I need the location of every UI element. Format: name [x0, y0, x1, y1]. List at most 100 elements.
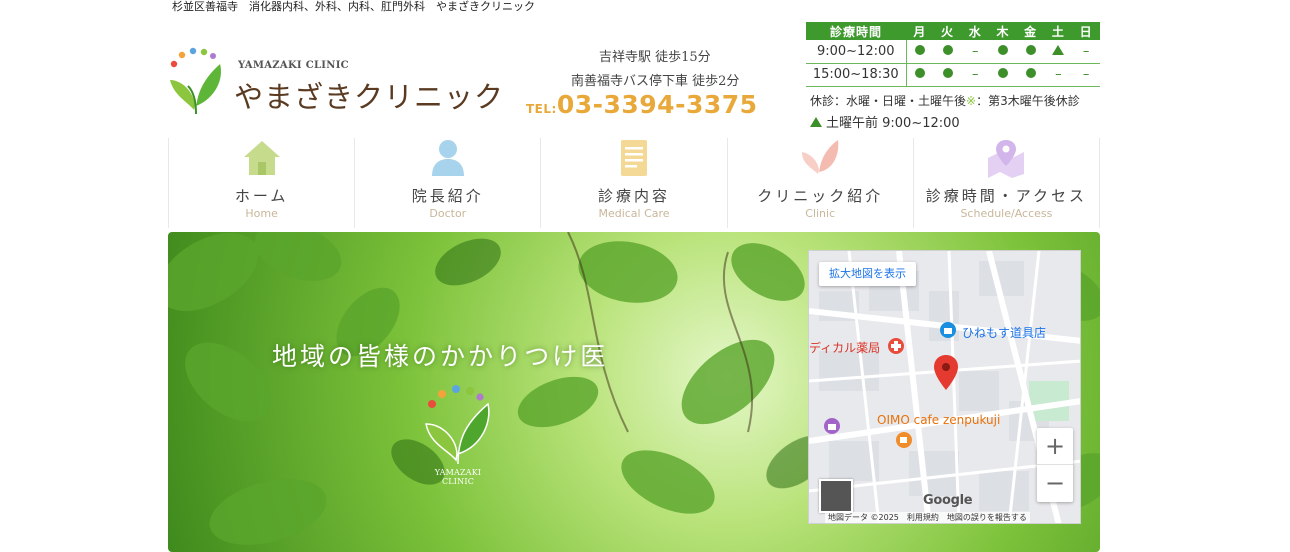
- saturday-hours: 土曜午前 9:00~12:00: [826, 116, 960, 131]
- open-dot-icon: [997, 44, 1008, 55]
- nav-label-home: ホーム: [234, 187, 289, 205]
- nav-item-doctor[interactable]: 院長紹介 Doctor: [354, 138, 540, 228]
- home-icon: [243, 141, 280, 175]
- schedule-cell: [906, 40, 934, 64]
- cafe-pin-icon[interactable]: [895, 431, 913, 449]
- open-dot-icon: [915, 44, 926, 55]
- closed-dash: –: [972, 43, 979, 59]
- access-info: 吉祥寺駅 徒歩15分 南善福寺バス停下車 徒歩2分 TEL:03-3394-33…: [526, 46, 770, 122]
- schedule-time: 9:00~12:00: [806, 40, 907, 64]
- open-dot-icon: [942, 68, 953, 78]
- schedule-cell: [933, 63, 962, 87]
- open-dot-icon: [915, 68, 926, 78]
- schedule-cell: [989, 63, 1017, 87]
- triangle-icon: [810, 117, 822, 127]
- document-icon: [621, 140, 647, 176]
- schedule-header-sat: 土: [1044, 22, 1073, 40]
- station-walk: 吉祥寺駅 徒歩15分: [599, 50, 711, 65]
- logo-english: YAMAZAKI CLINIC: [238, 60, 349, 71]
- schedule-header-tue: 火: [933, 22, 962, 40]
- schedule-header-thu: 木: [989, 22, 1017, 40]
- schedule-table: 診療時間 月 火 水 木 金 土 日 9:00~12:00– –15:00~18:…: [806, 22, 1100, 87]
- leaf-icon: [802, 140, 839, 176]
- schedule-cell: –: [1072, 40, 1100, 64]
- map-pin-icon: [988, 140, 1025, 178]
- zoom-in-button[interactable]: +: [1037, 428, 1073, 465]
- nav-sublabel-doctor: Doctor: [429, 207, 467, 220]
- nav-sublabel-clinic: Clinic: [805, 207, 836, 220]
- hero-leaf-logo-icon: [425, 385, 490, 465]
- shopping-pin-icon[interactable]: [823, 417, 841, 435]
- map-footer[interactable]: 地図データ ©2025 利用規約 地図の誤りを報告する: [825, 512, 1030, 523]
- hero-logo-text: YAMAZAKI CLINIC: [434, 468, 482, 486]
- clinic-logo[interactable]: YAMAZAKI CLINIC やまざきクリニック: [166, 46, 503, 118]
- consultation-schedule: 診療時間 月 火 水 木 金 土 日 9:00~12:00– –15:00~18:…: [806, 22, 1100, 131]
- site-description: 杉並区善福寺 消化器内科、外科、内科、肛門外科 やまざきクリニック: [172, 0, 535, 13]
- schedule-cell: –: [961, 40, 990, 64]
- main-navigation: ホーム Home 院長紹介 Doctor 診療内容 Medical Care ク…: [168, 138, 1101, 228]
- nav-item-schedule-access[interactable]: 診療時間・アクセス Schedule/Access: [912, 138, 1101, 228]
- bus-stop-walk: 南善福寺バス停下車 徒歩2分: [571, 74, 740, 89]
- zoom-controls: + −: [1037, 428, 1073, 502]
- schedule-cell: [989, 40, 1017, 64]
- nav-sublabel-home: Home: [245, 207, 278, 220]
- closed-dash: –: [1082, 43, 1090, 59]
- zoom-out-button[interactable]: −: [1037, 465, 1073, 502]
- pharmacy-pin-icon[interactable]: [887, 337, 905, 355]
- schedule-cell: –: [1072, 63, 1100, 87]
- thursday-note: ：第3木曜午後休診: [976, 94, 1080, 108]
- schedule-cell: [1016, 63, 1045, 87]
- nav-item-medical-care[interactable]: 診療内容 Medical Care: [540, 138, 726, 228]
- closed-days-text: 休診：水曜・日曜・土曜午後: [810, 94, 967, 108]
- open-dot-icon: [997, 68, 1008, 78]
- nav-label-doctor: 院長紹介: [411, 187, 484, 205]
- schedule-header-mon: 月: [906, 22, 934, 40]
- closed-dash: –: [1055, 67, 1062, 82]
- phone-number[interactable]: 03-3394-3375: [557, 90, 758, 119]
- schedule-cell: [933, 40, 962, 64]
- store-label[interactable]: ひねもす道具店: [962, 324, 1046, 341]
- nav-label-schedule-access: 診療時間・アクセス: [925, 187, 1088, 205]
- schedule-cell: [1044, 40, 1073, 64]
- open-dot-icon: [1025, 44, 1036, 55]
- schedule-header-wed: 水: [961, 22, 990, 40]
- google-logo: Google: [923, 493, 973, 508]
- nav-sublabel-schedule-access: Schedule/Access: [960, 207, 1053, 220]
- schedule-cell: –: [1044, 63, 1073, 87]
- schedule-cell: [1016, 40, 1045, 64]
- open-dot-icon: [1025, 68, 1036, 78]
- schedule-row: 9:00~12:00 – –: [806, 40, 1100, 64]
- closed-days-note: 休診：水曜・日曜・土曜午後※：第3木曜午後休診: [810, 92, 1080, 109]
- hero-tagline: 地域の皆様のかかりつけ医: [272, 342, 609, 371]
- doctor-icon: [431, 140, 464, 176]
- schedule-header-sun: 日: [1072, 22, 1100, 40]
- pharmacy-label[interactable]: ディカル薬局: [809, 339, 880, 356]
- cafe-label[interactable]: OIMO cafe zenpukuji: [877, 413, 1000, 427]
- closed-dash: –: [1082, 67, 1090, 82]
- phone-label: TEL:: [526, 102, 557, 116]
- store-pin-icon[interactable]: [939, 321, 957, 339]
- leaf-logo-icon: [170, 47, 221, 115]
- triangle-icon: [1052, 44, 1065, 55]
- phone[interactable]: TEL:03-3394-3375: [526, 90, 758, 119]
- schedule-time: 15:00~18:30: [806, 63, 907, 87]
- google-map[interactable]: 拡大地図を表示 ひねもす道具店 ディカル薬局 OIMO cafe zenpuku…: [808, 250, 1081, 524]
- nav-item-home[interactable]: ホーム Home: [168, 138, 354, 228]
- nav-label-clinic: クリニック紹介: [757, 187, 884, 205]
- satellite-toggle[interactable]: [819, 479, 853, 513]
- schedule-header-row: 診療時間 月 火 水 木 金 土 日: [806, 22, 1100, 40]
- schedule-cell: –: [961, 63, 990, 87]
- nav-sublabel-medical-care: Medical Care: [598, 207, 670, 220]
- schedule-row: 15:00~18:30 – – –: [806, 63, 1100, 87]
- schedule-cell: [906, 63, 934, 87]
- location-marker-icon[interactable]: [933, 355, 959, 391]
- nav-item-clinic[interactable]: クリニック紹介 Clinic: [726, 138, 913, 228]
- schedule-header-hours: 診療時間: [806, 22, 906, 40]
- schedule-header-fri: 金: [1016, 22, 1045, 40]
- logo-japanese: やまざきクリニック: [234, 80, 505, 114]
- closed-dash: –: [972, 67, 979, 82]
- saturday-note: 土曜午前 9:00~12:00: [810, 112, 960, 131]
- enlarge-map-button[interactable]: 拡大地図を表示: [819, 262, 916, 286]
- note-mark: ※: [966, 94, 977, 108]
- open-dot-icon: [942, 44, 953, 55]
